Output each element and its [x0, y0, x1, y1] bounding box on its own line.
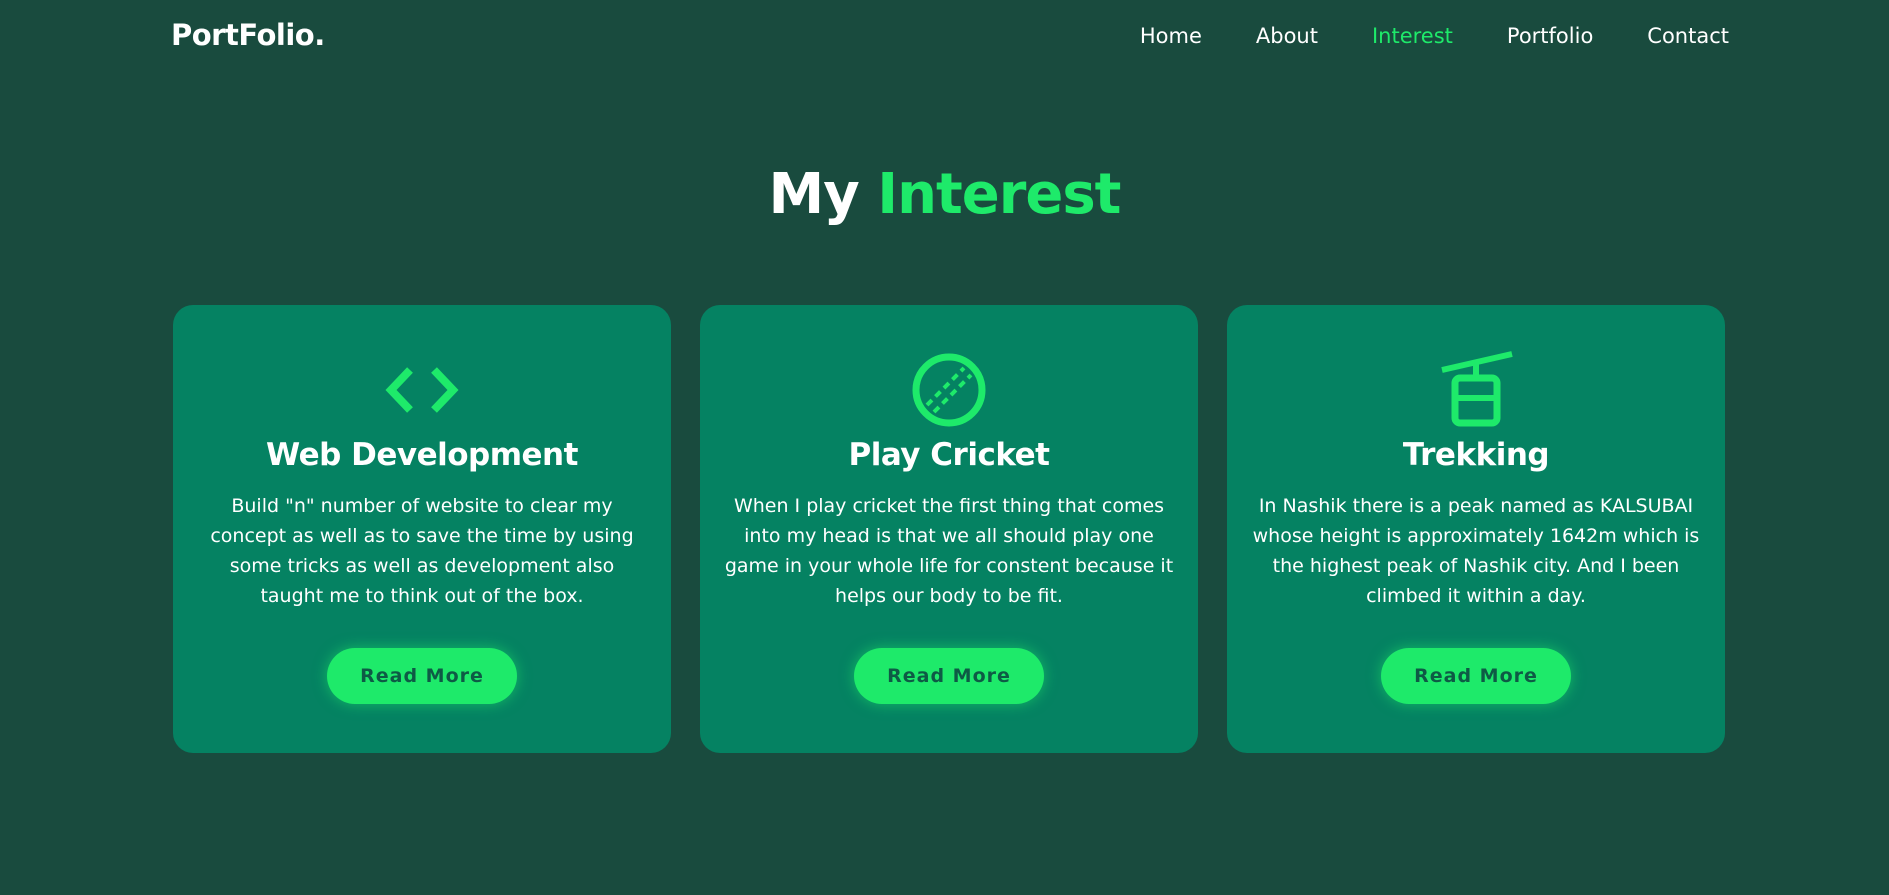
read-more-button[interactable]: Read More	[854, 648, 1044, 704]
read-more-button[interactable]: Read More	[1381, 648, 1571, 704]
nav-link-portfolio[interactable]: Portfolio	[1507, 24, 1593, 48]
section-title: My Interest	[0, 162, 1889, 227]
nav-link-interest[interactable]: Interest	[1372, 24, 1453, 48]
site-logo[interactable]: PortFolio.	[171, 18, 325, 52]
main-nav: Home About Interest Portfolio Contact	[1140, 24, 1729, 48]
section-title-plain: My	[768, 162, 860, 227]
site-header: PortFolio. Home About Interest Portfolio…	[0, 0, 1889, 78]
read-more-button[interactable]: Read More	[327, 648, 517, 704]
section-title-accent: Interest	[877, 162, 1121, 227]
interest-card-play-cricket: Play Cricket When I play cricket the fir…	[700, 305, 1198, 753]
code-icon	[377, 345, 467, 435]
card-title: Trekking	[1402, 437, 1550, 473]
cable-car-icon	[1431, 345, 1521, 435]
card-title: Web Development	[266, 437, 578, 473]
card-description: When I play cricket the first thing that…	[724, 495, 1174, 607]
interest-card-trekking: Trekking In Nashik there is a peak named…	[1227, 305, 1725, 753]
nav-link-about[interactable]: About	[1256, 24, 1318, 48]
card-title: Play Cricket	[848, 437, 1050, 473]
interest-cards: Web Development Build "n" number of webs…	[173, 305, 1725, 753]
card-description: In Nashik there is a peak named as KALSU…	[1252, 495, 1700, 607]
card-description: Build "n" number of website to clear my …	[210, 495, 634, 607]
nav-link-home[interactable]: Home	[1140, 24, 1202, 48]
interest-card-web-development: Web Development Build "n" number of webs…	[173, 305, 671, 753]
cricket-ball-icon	[904, 345, 994, 435]
nav-link-contact[interactable]: Contact	[1647, 24, 1729, 48]
